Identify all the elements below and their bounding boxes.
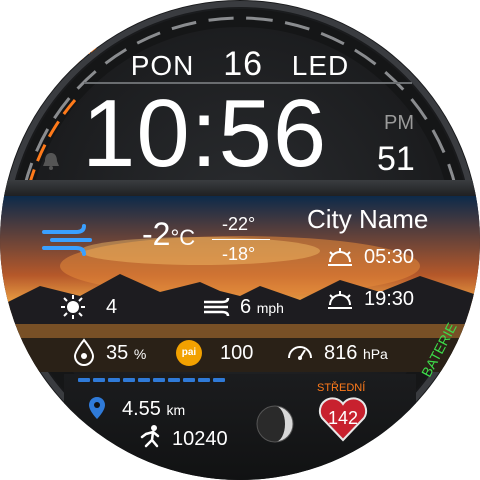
sunset-time: 19:30 <box>364 288 415 310</box>
humidity-unit: % <box>133 346 147 362</box>
temp-divider <box>212 239 270 240</box>
pressure-gauge-icon <box>288 346 312 360</box>
wind-unit: mph <box>256 300 284 316</box>
pressure: 816 hPa <box>324 342 388 365</box>
seconds-display: 51 <box>377 140 415 178</box>
heart-rate-value[interactable]: 142 <box>318 408 368 429</box>
wind-weather-icon <box>42 224 92 256</box>
steps-progress-bar <box>78 378 225 382</box>
sunset-icon <box>328 291 352 309</box>
sunrise-time: 05:30 <box>364 246 415 268</box>
distance-unit: km <box>166 402 186 418</box>
runner-icon <box>140 425 160 448</box>
wind-speed: 6 mph <box>240 296 284 319</box>
temp-value: -2 <box>142 216 171 252</box>
heart-zone-label: STŘEDNÍ <box>317 382 366 394</box>
pai-badge-icon: pai <box>176 340 202 366</box>
pressure-value: 816 <box>324 342 358 364</box>
wind-icon <box>204 297 230 317</box>
sunrise-icon <box>328 248 352 266</box>
uv-value: 4 <box>106 296 118 318</box>
location-pin-icon <box>89 397 105 419</box>
current-temp[interactable]: -2°C <box>142 216 195 253</box>
temp-unit: C <box>179 225 196 250</box>
distance-value: 4.55 <box>122 398 161 420</box>
distance[interactable]: 4.55 km <box>122 398 185 421</box>
uv-sun-icon <box>61 295 85 319</box>
temp-low: -18° <box>222 244 256 264</box>
moon-phase-icon <box>256 405 294 443</box>
wind-value: 6 <box>240 296 252 318</box>
month-label: LED <box>291 50 350 81</box>
humidity-value: 35 <box>106 342 129 364</box>
temp-high: -22° <box>222 214 256 234</box>
pai-value[interactable]: 100 <box>220 342 253 365</box>
steps-count[interactable]: 10240 <box>172 428 228 451</box>
time-display[interactable]: 10:56 <box>82 84 327 184</box>
city-name[interactable]: City Name <box>307 204 428 235</box>
bell-icon[interactable] <box>40 150 62 172</box>
weekday-label: PON <box>130 50 195 81</box>
humidity: 35 % <box>106 342 146 365</box>
watch-face: PON 16 LED 10:56 PM 51 KCAL BATERIE -2°C… <box>0 0 480 480</box>
day-number: 16 <box>223 45 264 83</box>
pressure-unit: hPa <box>362 346 388 362</box>
ampm-label: PM <box>384 112 414 134</box>
humidity-drop-icon <box>73 338 95 366</box>
